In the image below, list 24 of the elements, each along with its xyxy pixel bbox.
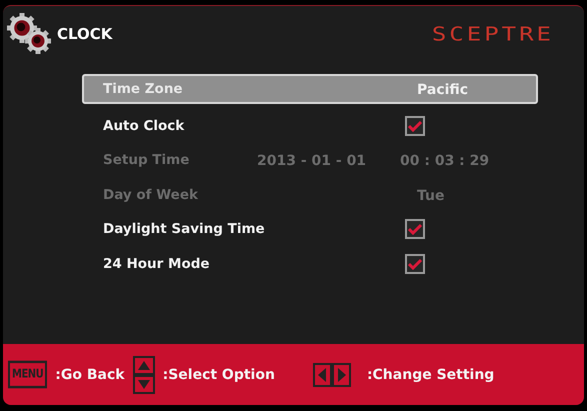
- menu-key-icon: MENU: [8, 360, 48, 388]
- setting-label: Daylight Saving Time: [103, 220, 265, 238]
- time-value: 00 : 03 : 29: [400, 153, 490, 170]
- left-right-arrows-icon: [312, 362, 351, 386]
- hint-label: :Select Option: [162, 366, 275, 382]
- hint-label: :Change Setting: [366, 366, 494, 382]
- setting-value: Tue: [417, 188, 444, 204]
- brand-logo: SCEPTRE: [432, 22, 554, 46]
- setting-label: Time Zone: [103, 80, 183, 98]
- checkbox[interactable]: [405, 254, 425, 274]
- setting-label: Setup Time: [103, 151, 190, 170]
- hint-label: :Go Back: [55, 366, 125, 382]
- setting-value: Pacific: [417, 82, 468, 98]
- setting-label: Day of Week: [103, 186, 198, 204]
- menu-row[interactable]: Daylight Saving Time: [82, 212, 538, 246]
- checkbox[interactable]: [405, 219, 425, 240]
- menu-title: CLOCK: [57, 25, 112, 43]
- menu-row[interactable]: 24 Hour Mode: [82, 246, 538, 281]
- date-value: 2013 - 01 - 01: [257, 153, 366, 170]
- checkbox[interactable]: [405, 116, 425, 136]
- setting-label: 24 Hour Mode: [103, 254, 210, 273]
- menu-row[interactable]: Auto Clock: [82, 108, 538, 143]
- setting-label: Auto Clock: [103, 116, 184, 135]
- up-down-arrows-icon: [132, 356, 155, 394]
